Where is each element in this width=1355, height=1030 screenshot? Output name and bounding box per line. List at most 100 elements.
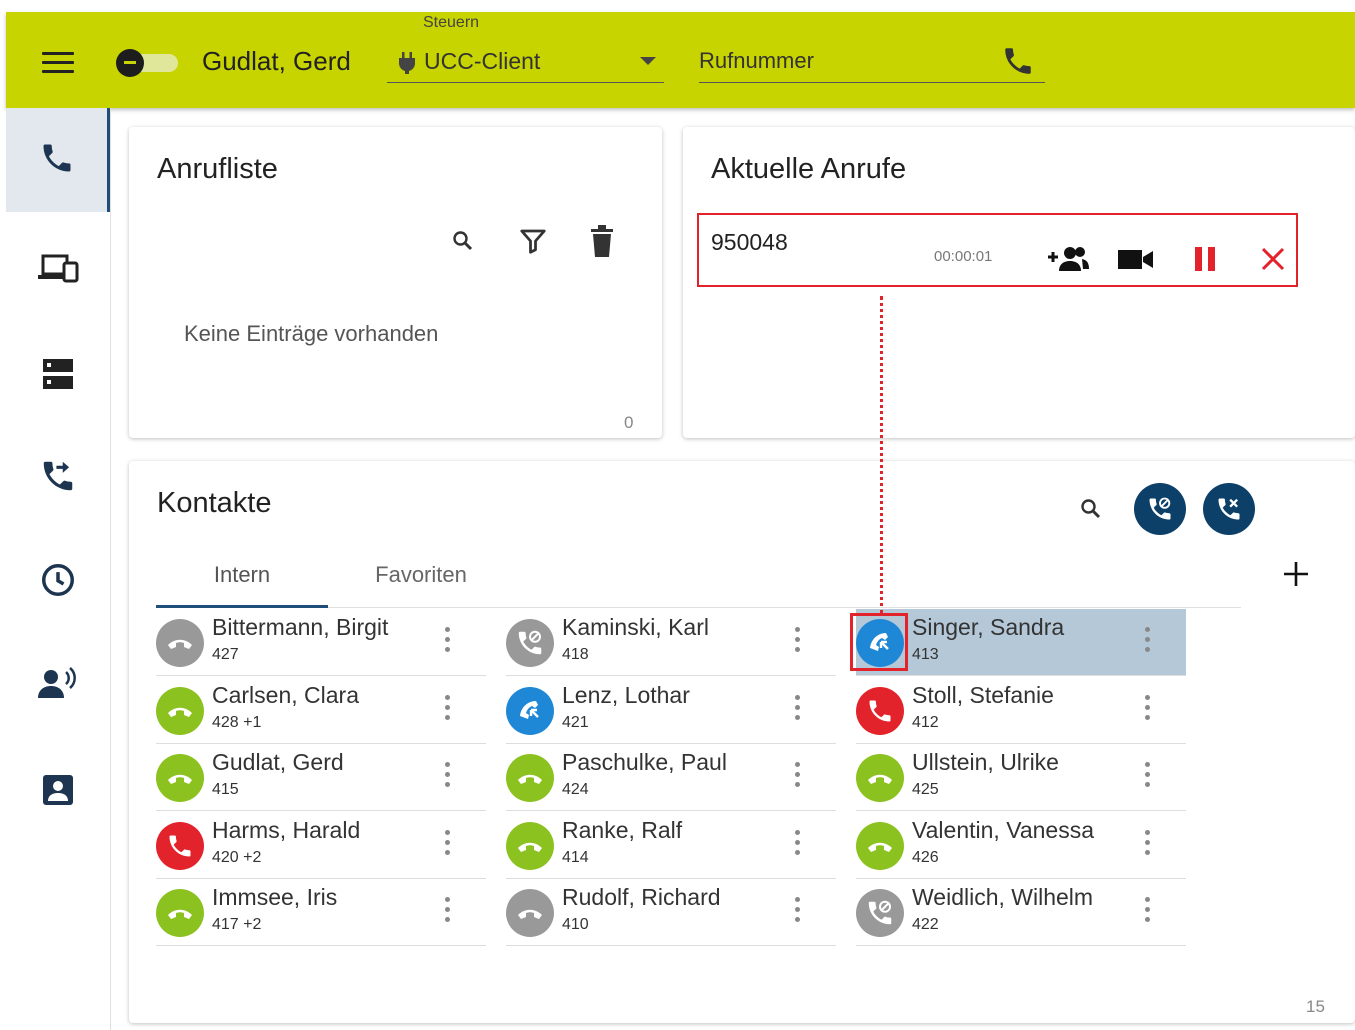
dial-phone-icon[interactable] bbox=[1001, 44, 1035, 83]
contact-item[interactable]: Immsee, Iris 417 +2 bbox=[156, 879, 486, 946]
contact-status-avatar[interactable] bbox=[856, 821, 904, 870]
call-duration: 00:00:01 bbox=[934, 248, 993, 265]
more-options-icon[interactable] bbox=[1140, 627, 1154, 661]
contact-name: Paschulke, Paul bbox=[562, 749, 727, 775]
more-options-icon[interactable] bbox=[440, 829, 454, 864]
more-options-icon[interactable] bbox=[790, 829, 804, 864]
phone-dnd-icon bbox=[515, 628, 545, 658]
contact-status-avatar[interactable] bbox=[156, 821, 204, 870]
contact-status-avatar[interactable] bbox=[156, 754, 204, 802]
phone-number-field[interactable] bbox=[699, 42, 1045, 83]
active-call-item[interactable]: 950048 00:00:01 bbox=[697, 213, 1298, 287]
search-icon[interactable] bbox=[447, 225, 479, 257]
nav-devices[interactable] bbox=[6, 218, 110, 322]
contact-extension: 422 bbox=[912, 916, 939, 933]
contact-extension: 415 bbox=[212, 781, 239, 798]
contact-status-avatar[interactable] bbox=[506, 821, 554, 870]
more-options-icon[interactable] bbox=[1140, 897, 1154, 931]
contact-item[interactable]: Singer, Sandra 413 bbox=[850, 609, 1186, 676]
contact-item[interactable]: Ranke, Ralf 414 bbox=[506, 812, 836, 879]
contact-item[interactable]: Weidlich, Wilhelm 422 bbox=[856, 879, 1186, 946]
contact-item[interactable]: Lenz, Lothar 421 bbox=[506, 677, 836, 744]
hold-pause-icon[interactable] bbox=[1189, 243, 1221, 275]
plug-icon bbox=[397, 52, 417, 79]
contact-name: Stoll, Stefanie bbox=[912, 681, 1054, 708]
nav-voicemail[interactable] bbox=[6, 634, 110, 738]
contact-item[interactable]: Ullstein, Ulrike 425 bbox=[856, 744, 1186, 811]
contact-item[interactable]: Stoll, Stefanie 412 bbox=[856, 677, 1186, 744]
contact-search-icon[interactable] bbox=[1075, 493, 1107, 525]
phone-available-icon bbox=[515, 831, 545, 861]
contact-status-avatar[interactable] bbox=[156, 889, 204, 937]
contact-item[interactable]: Gudlat, Gerd 415 bbox=[156, 744, 486, 811]
more-options-icon[interactable] bbox=[440, 694, 454, 729]
phone-available-icon bbox=[865, 831, 895, 861]
hamburger-menu-icon[interactable] bbox=[42, 52, 74, 76]
call-list-card: Anrufliste Keine Einträge vorhanden 0 bbox=[129, 127, 662, 438]
more-options-icon[interactable] bbox=[1140, 762, 1154, 796]
contact-item[interactable]: Paschulke, Paul 424 bbox=[506, 744, 836, 811]
more-options-icon[interactable] bbox=[790, 627, 804, 661]
contact-status-avatar[interactable] bbox=[506, 686, 554, 735]
contact-status-avatar[interactable] bbox=[506, 889, 554, 937]
nav-phone[interactable] bbox=[6, 108, 110, 212]
more-options-icon[interactable] bbox=[1140, 829, 1154, 864]
contact-item[interactable]: Bittermann, Birgit 427 bbox=[156, 609, 486, 676]
nav-contacts[interactable] bbox=[6, 740, 110, 844]
contact-item[interactable]: Harms, Harald 420 +2 bbox=[156, 812, 486, 879]
phone-number-input[interactable] bbox=[699, 46, 979, 76]
contact-extension: 421 bbox=[562, 713, 589, 731]
more-options-icon[interactable] bbox=[790, 694, 804, 729]
contact-extension: 413 bbox=[912, 646, 939, 663]
contact-status-avatar[interactable] bbox=[506, 619, 554, 667]
contact-extension: 418 bbox=[562, 646, 589, 663]
server-icon bbox=[41, 357, 75, 396]
nav-history[interactable] bbox=[6, 530, 110, 634]
control-device-value: UCC-Client bbox=[424, 48, 541, 74]
trash-icon[interactable] bbox=[585, 223, 619, 259]
phone-dnd-icon bbox=[865, 898, 895, 928]
annotation-connector-line bbox=[880, 296, 883, 614]
add-participant-icon[interactable] bbox=[1045, 243, 1091, 275]
video-camera-icon[interactable] bbox=[1117, 243, 1155, 275]
contact-name: Bittermann, Birgit bbox=[212, 614, 389, 640]
tab-intern[interactable]: Intern bbox=[156, 557, 328, 608]
contact-extension: 414 bbox=[562, 848, 589, 866]
nav-server[interactable] bbox=[6, 324, 110, 428]
more-options-icon[interactable] bbox=[440, 762, 454, 796]
call-list-count: 0 bbox=[624, 413, 634, 432]
add-contact-plus-icon[interactable] bbox=[1279, 557, 1313, 591]
tab-favoriten[interactable]: Favoriten bbox=[328, 557, 514, 605]
more-options-icon[interactable] bbox=[790, 762, 804, 796]
more-options-icon[interactable] bbox=[440, 627, 454, 661]
contact-status-avatar[interactable] bbox=[856, 686, 904, 735]
reject-call-button[interactable] bbox=[1203, 483, 1255, 535]
chevron-down-icon[interactable] bbox=[640, 57, 656, 65]
contacts-tabs: Intern Favoriten bbox=[156, 557, 1241, 608]
contact-name: Harms, Harald bbox=[212, 816, 361, 843]
hang-up-close-icon[interactable] bbox=[1257, 243, 1289, 275]
contact-extension: 424 bbox=[562, 781, 589, 798]
contact-item[interactable]: Valentin, Vanessa 426 bbox=[856, 812, 1186, 879]
filter-icon[interactable] bbox=[515, 223, 551, 259]
contact-status-avatar[interactable] bbox=[506, 754, 554, 802]
more-options-icon[interactable] bbox=[1140, 694, 1154, 729]
phone-busy-icon bbox=[166, 832, 194, 860]
contact-status-avatar[interactable] bbox=[856, 889, 904, 937]
contact-name: Gudlat, Gerd bbox=[212, 749, 344, 775]
contact-status-avatar[interactable] bbox=[856, 754, 904, 802]
contact-name: Weidlich, Wilhelm bbox=[912, 884, 1094, 910]
contact-item[interactable]: Rudolf, Richard 410 bbox=[506, 879, 836, 946]
contact-status-avatar[interactable] bbox=[156, 686, 204, 735]
more-options-icon[interactable] bbox=[790, 897, 804, 931]
contact-item[interactable]: Kaminski, Karl 418 bbox=[506, 609, 836, 676]
more-options-icon[interactable] bbox=[440, 897, 454, 931]
contact-extension: 428 +1 bbox=[212, 713, 262, 731]
devices-icon bbox=[37, 252, 79, 289]
control-device-select[interactable]: UCC-Client bbox=[387, 42, 664, 83]
contact-status-avatar[interactable] bbox=[156, 619, 204, 667]
nav-call-forward[interactable] bbox=[6, 426, 110, 530]
contact-item[interactable]: Carlsen, Clara 428 +1 bbox=[156, 677, 486, 744]
pickup-call-button[interactable] bbox=[1134, 483, 1186, 535]
presence-toggle[interactable] bbox=[116, 47, 180, 77]
